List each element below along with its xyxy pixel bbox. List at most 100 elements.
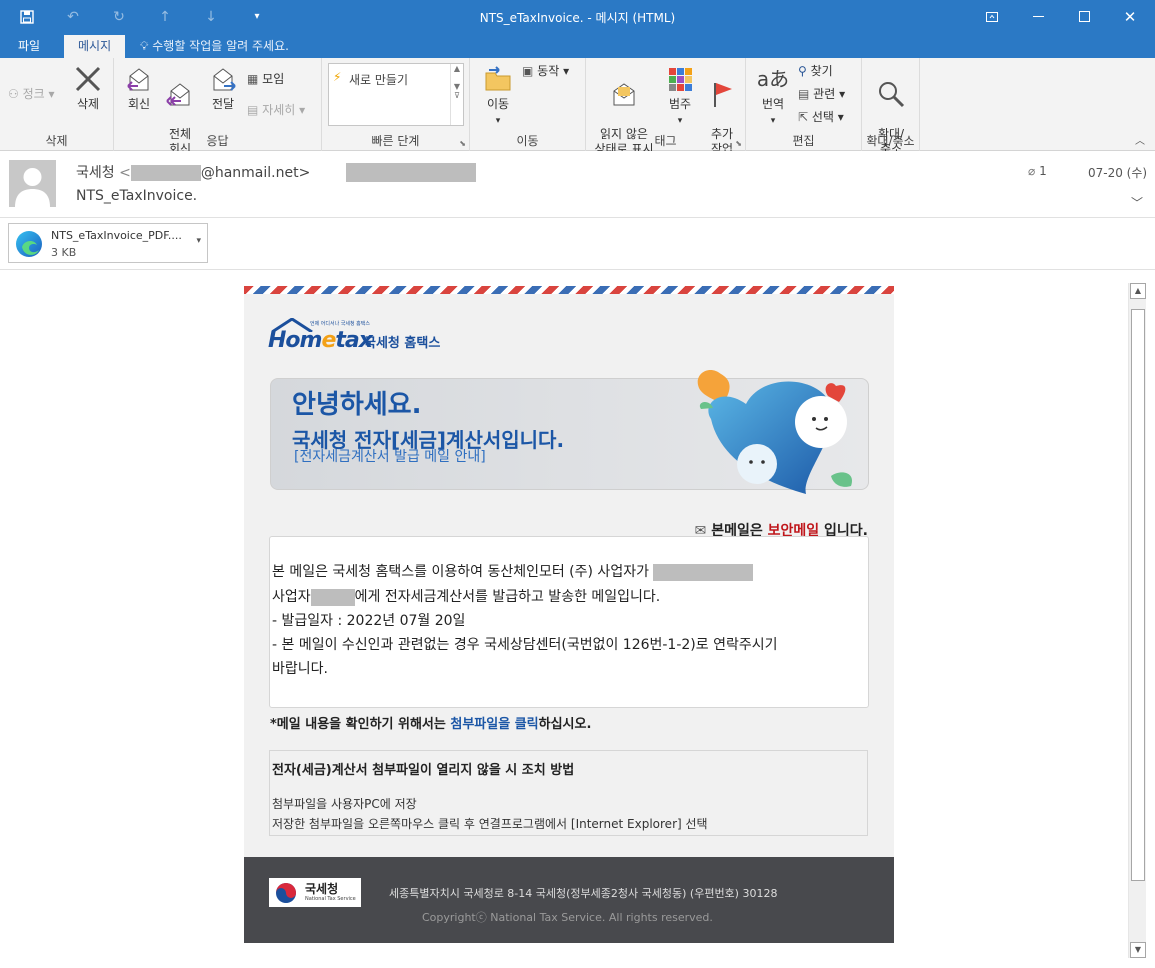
- translate-button[interactable]: aあ 번역 ▾: [754, 64, 792, 129]
- unread-envelope-icon: [613, 83, 635, 106]
- notice-line-5: 바랍니다.: [272, 661, 328, 677]
- scroll-down-icon[interactable]: ▼: [1130, 942, 1146, 958]
- forward-icon: [213, 68, 236, 91]
- more-icon: ▤: [247, 103, 259, 117]
- actions-icon: ▣: [522, 64, 534, 78]
- collapse-ribbon-icon[interactable]: ︿: [1135, 132, 1145, 147]
- tab-message[interactable]: 메시지: [64, 35, 126, 58]
- flag-icon: [714, 83, 732, 107]
- help-title: 전자(세금)계산서 첨부파일이 열리지 않을 시 조치 방법: [272, 763, 575, 778]
- ribbon-tabs: 파일 메시지 💡︎ 수행할 작업을 알려 주세요.: [0, 33, 1155, 58]
- new-quick-step[interactable]: 새로 만들기: [349, 71, 408, 88]
- group-label-tags: 태그: [654, 134, 677, 148]
- airmail-border: [244, 286, 894, 294]
- select-button[interactable]: ⇱ 선택 ▾: [798, 110, 844, 125]
- quick-steps-gallery[interactable]: ⚡︎ 새로 만들기 ▲ ▼ ⊽: [328, 63, 464, 126]
- scroll-up-icon[interactable]: ▲: [1130, 283, 1146, 299]
- notice-line-2: 사업자 에게 전자세금계산서를 발급하고 발송한 메일입니다.: [272, 588, 661, 606]
- email-body: 언제 어디서나 국세청 홈택스 Hometax 국세청 홈택스 안녕하세요. 국…: [244, 286, 894, 943]
- redacted-block: [130, 165, 201, 181]
- notice-line-1: 본 메일은 국세청 홈택스를 이용하여 동산체인모터 (주) 사업자가: [272, 561, 754, 581]
- logo-name: 국세청 홈택스: [364, 336, 441, 351]
- paperclip-icon: ⌀: [1028, 164, 1036, 178]
- nts-logo: 국세청 National Tax Service: [269, 878, 361, 907]
- recipient-redacted: [346, 163, 476, 182]
- group-label-quick-steps: 빠른 단계: [371, 134, 420, 148]
- attachment-size: 3 KB: [51, 246, 77, 259]
- reply-all-icon: [166, 83, 190, 106]
- attachment-click-link[interactable]: 첨부파일을 클릭: [450, 717, 538, 732]
- related-icon: ▤: [798, 87, 810, 101]
- message-header: 국세청 < @hanmail.net> NTS_eTaxInvoice. ⌀ 1 …: [0, 151, 1155, 218]
- tell-me-box[interactable]: 💡︎ 수행할 작업을 알려 주세요.: [140, 36, 289, 56]
- reply-button[interactable]: 회신: [122, 64, 156, 112]
- sender-email: @hanmail.net>: [200, 165, 311, 181]
- delete-button[interactable]: 삭제: [70, 64, 106, 112]
- scroll-thumb[interactable]: [1131, 309, 1145, 881]
- meeting-button[interactable]: ▦ 모임: [247, 72, 284, 87]
- dialog-launcher-icon[interactable]: ⬊: [459, 139, 466, 148]
- reply-icon: [127, 68, 149, 91]
- categorize-icon: [669, 68, 692, 91]
- attachment-dropdown-icon[interactable]: ▾: [196, 236, 201, 246]
- cursor-icon: ⇱: [798, 110, 809, 124]
- delete-x-icon: [75, 66, 101, 92]
- nts-logo-en: National Tax Service: [305, 896, 356, 902]
- heart-characters-illustration: [697, 369, 852, 494]
- dialog-launcher-icon[interactable]: ⬊: [735, 139, 742, 148]
- attachment-count: ⌀ 1: [1028, 164, 1047, 178]
- lightning-icon: ⚡︎: [333, 70, 342, 84]
- actions-button[interactable]: ▣ 동작 ▾: [522, 64, 569, 79]
- group-label-move: 이동: [516, 134, 539, 148]
- lightbulb-icon: 💡︎: [140, 39, 149, 53]
- gallery-scroll[interactable]: ▲ ▼ ⊽: [450, 64, 463, 125]
- move-folder-icon: [485, 66, 511, 91]
- group-quick-steps: ⚡︎ 새로 만들기 ▲ ▼ ⊽ 빠른 단계 ⬊: [322, 58, 470, 151]
- email-footer: 국세청 National Tax Service 세종특별자치시 국세청로 8-…: [244, 857, 894, 943]
- maximize-icon[interactable]: [1061, 0, 1107, 33]
- group-label-delete: 삭제: [45, 134, 68, 148]
- tab-file[interactable]: 파일: [4, 35, 54, 58]
- categorize-button[interactable]: 범주 ▾: [662, 64, 698, 129]
- nts-logo-name: 국세청: [305, 882, 339, 896]
- subject: NTS_eTaxInvoice.: [76, 188, 198, 204]
- meeting-icon: ▦: [247, 72, 259, 86]
- notice-box: 본 메일은 국세청 홈택스를 이용하여 동산체인모터 (주) 사업자가 사업자 에…: [269, 536, 869, 708]
- group-delete: ⚇ 정크 ▾ 삭제 삭제: [0, 58, 114, 151]
- find-icon: ⚲: [798, 64, 807, 78]
- expand-header-icon[interactable]: ﹀: [1131, 194, 1143, 211]
- logo-hometax-text: Hometax: [268, 328, 373, 353]
- move-button[interactable]: 이동 ▾: [480, 64, 516, 129]
- group-respond: 회신 전체 회신 전달 ▦ 모임 ▤ 자세히 ▾ 응답: [114, 58, 322, 156]
- avatar: [9, 160, 56, 207]
- forward-button[interactable]: 전달: [206, 64, 240, 112]
- sender[interactable]: 국세청 < @hanmail.net>: [76, 162, 310, 182]
- junk-icon: ⚇: [8, 87, 19, 101]
- taegeuk-icon: [276, 883, 296, 903]
- close-icon[interactable]: ✕: [1107, 0, 1153, 33]
- attachment-item[interactable]: NTS_eTaxInvoice_PDF.... 3 KB ▾: [8, 223, 208, 263]
- edge-browser-icon: [16, 231, 42, 257]
- footer-address: 세종특별자치시 국세청로 8-14 국세청(정부세종2청사 국세청동) (우편번…: [389, 887, 778, 900]
- junk-button[interactable]: ⚇ 정크 ▾: [8, 87, 55, 102]
- redacted-block: [310, 588, 355, 606]
- tell-me-text: 수행할 작업을 알려 주세요.: [152, 39, 289, 53]
- related-button[interactable]: ▤ 관련 ▾: [798, 87, 845, 102]
- group-tags: 읽지 않은 상태로 표시 범주 ▾ 추가 작업 태그 ⬊: [586, 58, 746, 156]
- minimize-icon[interactable]: [1015, 0, 1061, 33]
- message-date: 07-20 (수): [1088, 166, 1148, 180]
- banner-greeting: 안녕하세요.: [292, 390, 422, 420]
- vertical-scrollbar[interactable]: ▲ ▼: [1128, 283, 1146, 958]
- find-button[interactable]: ⚲ 찾기: [798, 64, 833, 79]
- logo-tagline: 언제 어디서나 국세청 홈택스: [310, 321, 370, 327]
- help-box: 전자(세금)계산서 첨부파일이 열리지 않을 시 조치 방법 첨부파일을 사용자…: [269, 750, 868, 836]
- confirm-instruction: *메일 내용을 확인하기 위해서는 첨부파일을 클릭하십시오.: [270, 717, 592, 732]
- hometax-logo: 언제 어디서나 국세청 홈택스 Hometax 국세청 홈택스: [268, 318, 448, 362]
- group-move: 이동 ▾ ▣ 동작 ▾ 이동: [470, 58, 586, 151]
- help-step-2: 저장한 첨부파일을 오른쪽마우스 클릭 후 연결프로그램에서 [Internet…: [272, 817, 708, 831]
- help-step-1: 첨부파일을 사용자PC에 저장: [272, 797, 417, 811]
- notice-line-3: - 발급일자 : 2022년 07월 20일: [272, 613, 466, 629]
- ribbon-display-icon[interactable]: [969, 0, 1015, 33]
- more-button[interactable]: ▤ 자세히 ▾: [247, 103, 305, 118]
- group-label-respond: 응답: [206, 134, 229, 148]
